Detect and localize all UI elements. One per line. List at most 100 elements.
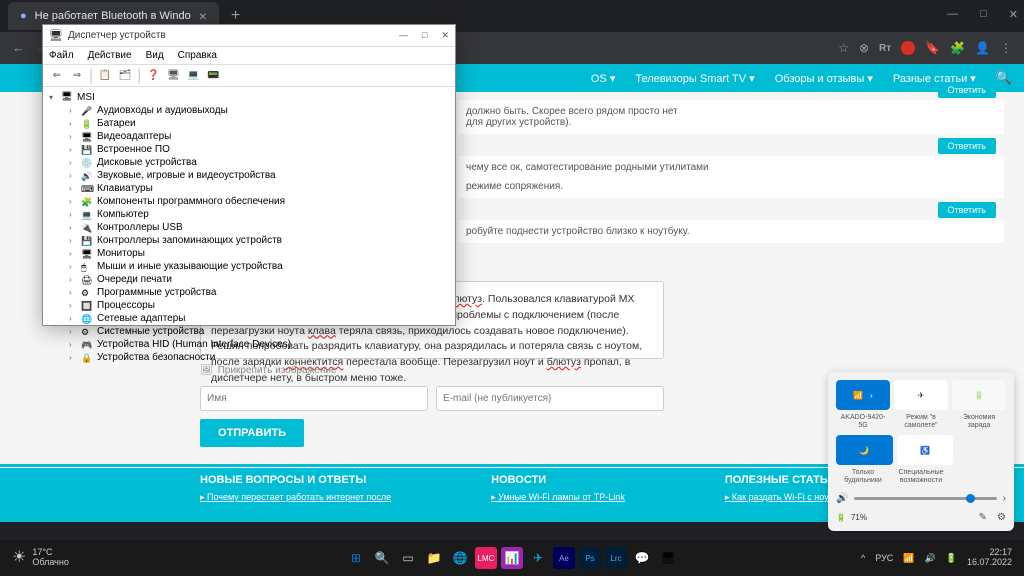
tree-item[interactable]: ›🖥Видеоадаптеры — [49, 130, 449, 143]
tb-icon[interactable]: 📟 — [205, 68, 221, 84]
puzzle-icon[interactable]: 🧩 — [950, 41, 965, 55]
shield-icon[interactable]: ⊗ — [859, 41, 869, 55]
chrome-icon[interactable]: 🌐 — [449, 547, 471, 569]
nav-os[interactable]: OS ▾ — [591, 72, 616, 85]
tree-item[interactable]: ›🔒Устройства безопасности — [49, 351, 449, 364]
airplane-tile[interactable]: ✈ — [894, 380, 948, 410]
reply-button[interactable]: Ответить — [938, 202, 996, 218]
menu-action[interactable]: Действие — [88, 50, 132, 61]
tree-item[interactable]: ›⚙Программные устройства — [49, 286, 449, 299]
start-button[interactable]: ⊞ — [345, 547, 367, 569]
tb-icon[interactable]: 🖥 — [165, 68, 181, 84]
volume-slider[interactable]: 🔊 › — [836, 493, 1006, 504]
battery-icon[interactable]: 🔋 — [946, 553, 957, 564]
comment: Ответить должно быть. Скорее всего рядом… — [458, 100, 1004, 134]
menu-view[interactable]: Вид — [146, 50, 164, 61]
menu-icon[interactable]: ⋮ — [1000, 41, 1012, 55]
wifi-icon[interactable]: 📶 — [903, 553, 914, 564]
tb-icon[interactable]: 🗂 — [117, 68, 133, 84]
chevron-up-icon[interactable]: ^ — [861, 553, 865, 563]
clock[interactable]: 22:1716.07.2022 — [967, 548, 1012, 568]
search-button[interactable]: 🔍 — [371, 547, 393, 569]
close-icon[interactable]: ✕ — [441, 30, 449, 41]
app-icon[interactable]: Ps — [579, 547, 601, 569]
footer-link[interactable]: ▸ Умные Wi-Fi лампы от TP-Link — [491, 492, 625, 504]
alarm-tile[interactable]: 🌙 — [836, 435, 893, 465]
window-maximize[interactable]: □ — [980, 8, 987, 21]
email-input[interactable] — [436, 386, 664, 411]
reply-button[interactable]: Ответить — [938, 138, 996, 154]
tab-close-icon[interactable]: × — [199, 8, 207, 24]
bookmark-icon[interactable]: 🔖 — [925, 41, 940, 55]
tree-item[interactable]: ›💾Контроллеры запоминающих устройств — [49, 234, 449, 247]
tree-item[interactable]: ›🎮Устройства HID (Human Interface Device… — [49, 338, 449, 351]
battery-percent: 71% — [851, 513, 867, 522]
tree-item[interactable]: ›🎤Аудиовходы и аудиовыходы — [49, 104, 449, 117]
app-icon[interactable]: Lrc — [605, 547, 627, 569]
weather-widget[interactable]: ☀ 17°CОблачно — [0, 548, 69, 568]
forward-icon[interactable]: ⇒ — [69, 68, 85, 84]
edit-icon[interactable]: ✎ — [979, 512, 987, 523]
tile-label: Только будильники — [836, 469, 890, 484]
menu-bar: Файл Действие Вид Справка — [43, 47, 455, 65]
app-icon[interactable]: LMC — [475, 547, 497, 569]
minimize-icon[interactable]: — — [399, 30, 408, 41]
tree-item[interactable]: ›🖥Мониторы — [49, 247, 449, 260]
app-icon[interactable]: ✈ — [527, 547, 549, 569]
tree-item[interactable]: ›⚙Системные устройства — [49, 325, 449, 338]
tree-item[interactable]: ›💻Компьютер — [49, 208, 449, 221]
comment: Ответить чему все ок, самотестирование р… — [458, 156, 1004, 198]
tb-icon[interactable]: 📋 — [97, 68, 113, 84]
toolbar: ⇐ ⇒ | 📋 🗂 | ❓ 🖥 💻 📟 — [43, 65, 455, 87]
footer-link[interactable]: ▸ Почему перестает работать интернет пос… — [200, 492, 391, 504]
app-icon[interactable]: 📊 — [501, 547, 523, 569]
tree-item[interactable]: ›🖨Очереди печати — [49, 273, 449, 286]
new-tab-button[interactable]: + — [231, 7, 240, 25]
tree-item[interactable]: ›⌨Клавиатуры — [49, 182, 449, 195]
app-icon[interactable]: Ae — [553, 547, 575, 569]
tree-item[interactable]: ›🧩Компоненты программного обеспечения — [49, 195, 449, 208]
menu-help[interactable]: Справка — [178, 50, 217, 61]
battery-icon: 🔋 — [836, 513, 846, 522]
nav-reviews[interactable]: Обзоры и отзывы ▾ — [775, 72, 873, 85]
explorer-icon[interactable]: 📁 — [423, 547, 445, 569]
name-input[interactable] — [200, 386, 428, 411]
settings-icon[interactable]: ⚙ — [997, 512, 1006, 523]
tree-item[interactable]: ›🌐Сетевые адаптеры — [49, 312, 449, 325]
chevron-icon[interactable]: › — [1003, 493, 1006, 504]
user-icon[interactable]: 👤 — [975, 41, 990, 55]
accessibility-tile[interactable]: ♿ — [897, 435, 954, 465]
reply-button[interactable]: Ответить — [938, 82, 996, 98]
devmgr-taskbar-icon[interactable]: 🖥 — [657, 547, 679, 569]
tree-item[interactable]: ›🔌Контроллеры USB — [49, 221, 449, 234]
back-icon[interactable]: ⇐ — [49, 68, 65, 84]
speaker-icon: 🔊 — [836, 493, 848, 504]
star-icon[interactable]: ☆ — [838, 41, 849, 55]
nav-tv[interactable]: Телевизоры Smart TV ▾ — [635, 72, 754, 85]
back-icon[interactable]: ← — [12, 40, 25, 56]
tree-item[interactable]: ›🖱Мыши и иные указывающие устройства — [49, 260, 449, 273]
menu-file[interactable]: Файл — [49, 50, 74, 61]
tree-item[interactable]: ›🔋Батареи — [49, 117, 449, 130]
ext-badge-icon[interactable] — [901, 41, 915, 55]
task-view[interactable]: ▭ — [397, 547, 419, 569]
tree-item[interactable]: ›🔲Процессоры — [49, 299, 449, 312]
device-tree[interactable]: ▾🖥MSI ›🎤Аудиовходы и аудиовыходы›🔋Батаре… — [43, 87, 455, 368]
window-minimize[interactable]: — — [947, 8, 958, 21]
app-icon[interactable]: 💬 — [631, 547, 653, 569]
tree-item[interactable]: ›💾Встроенное ПО — [49, 143, 449, 156]
tree-item[interactable]: ›💿Дисковые устройства — [49, 156, 449, 169]
submit-button[interactable]: ОТПРАВИТЬ — [200, 419, 304, 447]
tb-icon[interactable]: 💻 — [185, 68, 201, 84]
tree-item[interactable]: ›🔊Звуковые, игровые и видеоустройства — [49, 169, 449, 182]
search-icon[interactable]: 🔍 — [996, 70, 1012, 86]
energy-tile[interactable]: 🔋 — [952, 380, 1006, 410]
window-close[interactable]: ✕ — [1009, 8, 1018, 21]
rt-icon[interactable]: Rт — [879, 43, 891, 54]
tile-label: Режим "в самолете" — [894, 414, 948, 429]
volume-icon[interactable]: 🔊 — [925, 553, 936, 564]
tb-icon[interactable]: ❓ — [145, 68, 161, 84]
maximize-icon[interactable]: □ — [422, 30, 427, 41]
lang-indicator[interactable]: РУС — [875, 553, 893, 563]
wifi-tile[interactable]: 📶 › — [836, 380, 890, 410]
